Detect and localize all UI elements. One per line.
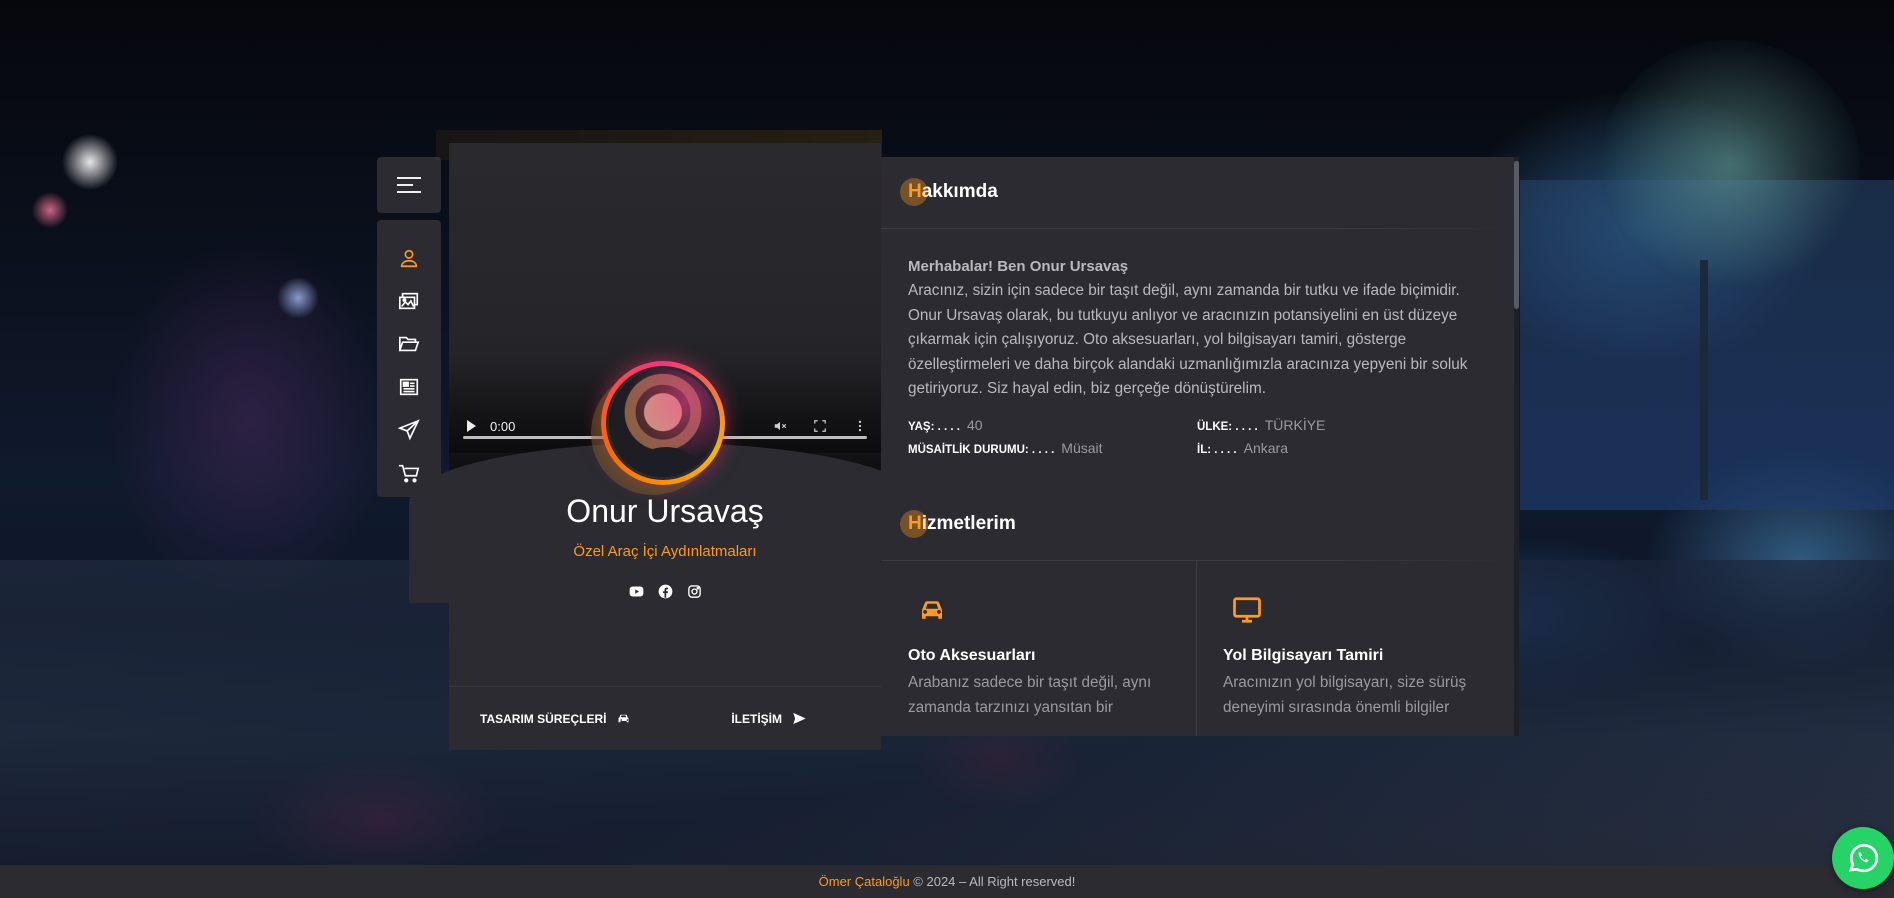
- design-process-button[interactable]: TASARIM SÜREÇLERİ: [480, 711, 631, 726]
- nav-item-about[interactable]: [377, 236, 441, 279]
- avatar-ring: [601, 361, 725, 485]
- about-heading: Merhabalar! Ben Onur Ursavaş: [908, 258, 1129, 275]
- nav-item-gallery[interactable]: [377, 279, 441, 322]
- video-time: 0:00: [490, 418, 516, 434]
- hamburger-icon: [397, 177, 421, 193]
- info-availability: MÜSAİTLİK DURUMU: . . . . Müsait: [908, 440, 1103, 456]
- tree-canopy: [1600, 40, 1860, 290]
- info-country: ÜLKE: . . . . TÜRKİYE: [1197, 417, 1326, 433]
- about-section-title: Hakkımda: [900, 178, 998, 206]
- monitor-icon: [1233, 597, 1261, 623]
- more-options-icon[interactable]: [853, 419, 867, 433]
- folder-icon: [398, 336, 420, 351]
- tree-trunk: [1700, 260, 1708, 500]
- mute-icon[interactable]: [773, 419, 787, 433]
- service-card-trip-computer[interactable]: Yol Bilgisayarı Tamiri Aracınızın yol bi…: [1223, 595, 1493, 720]
- profile-card: 0:00 Onur Ursavaş Özel Araç İçi Aydınlat…: [409, 143, 921, 750]
- footer-copyright: © 2024 – All Right reserved!: [909, 874, 1076, 889]
- content-panel: Hakkımda Merhabalar! Ben Onur Ursavaş Ar…: [881, 157, 1519, 736]
- facebook-icon[interactable]: [658, 584, 673, 599]
- play-icon[interactable]: [467, 420, 476, 432]
- side-nav: [377, 220, 441, 497]
- instagram-icon[interactable]: [687, 584, 702, 599]
- cart-icon: [398, 464, 420, 482]
- service-card-accessories[interactable]: Oto Aksesuarları Arabanız sadece bir taş…: [908, 595, 1178, 720]
- news-icon: [399, 378, 419, 395]
- youtube-icon[interactable]: [629, 584, 644, 599]
- nav-item-portfolio[interactable]: [377, 322, 441, 365]
- whatsapp-icon: [1849, 843, 1879, 873]
- car-icon: [618, 714, 629, 723]
- contact-button[interactable]: İLETİŞİM: [731, 711, 807, 726]
- nav-item-news[interactable]: [377, 365, 441, 408]
- avatar: [606, 366, 720, 480]
- scrollbar-thumb[interactable]: [1514, 161, 1519, 309]
- info-age: YAŞ: . . . . 40: [908, 417, 983, 433]
- whatsapp-button[interactable]: [1832, 827, 1894, 889]
- divider: [881, 228, 1514, 229]
- profile-card-actions: TASARIM SÜREÇLERİ İLETİŞİM: [449, 686, 881, 750]
- footer: Ömer Çataloğlu © 2024 – All Right reserv…: [0, 865, 1894, 898]
- social-links: [449, 584, 881, 599]
- send-icon: [793, 712, 806, 725]
- profile-role: Özel Araç İçi Aydınlatmaları: [573, 543, 757, 560]
- about-text: Aracınız, sizin için sadece bir taşıt de…: [908, 282, 1468, 398]
- content-scrollbar[interactable]: [1514, 157, 1519, 736]
- nav-item-contact[interactable]: [377, 408, 441, 451]
- user-icon: [400, 249, 418, 267]
- services-separator: [1196, 560, 1197, 736]
- divider: [881, 560, 1514, 561]
- car-icon: [922, 601, 942, 619]
- send-icon: [398, 418, 420, 440]
- info-city: İL: . . . . Ankara: [1197, 440, 1288, 456]
- footer-author-link[interactable]: Ömer Çataloğlu: [819, 874, 910, 889]
- fullscreen-icon[interactable]: [813, 419, 827, 433]
- services-section-title: Hizmetlerim: [900, 510, 1016, 538]
- menu-toggle-button[interactable]: [377, 157, 441, 213]
- gallery-icon: [399, 292, 419, 309]
- profile-name: Onur Ursavaş: [566, 493, 764, 529]
